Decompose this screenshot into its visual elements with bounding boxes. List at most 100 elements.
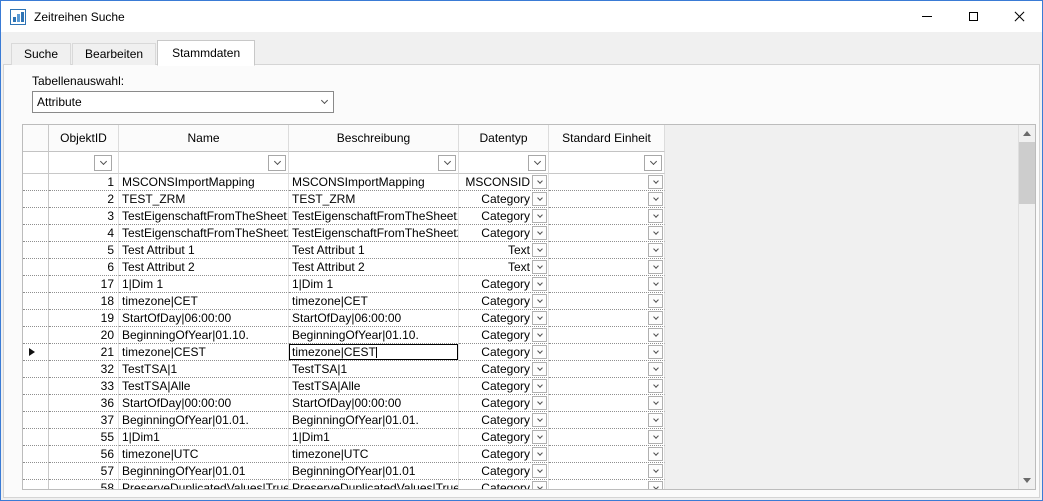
cell-datentyp[interactable]: MSCONSID: [459, 174, 549, 191]
table-row[interactable]: 57 BeginningOfYear|01.01 BeginningOfYear…: [23, 463, 1018, 480]
cell-standard-einheit[interactable]: [549, 412, 665, 429]
cell-objektid[interactable]: 1: [49, 174, 119, 191]
table-row[interactable]: 1 MSCONSImportMapping MSCONSImportMappin…: [23, 174, 1018, 191]
beschreibung-edit-box[interactable]: timezone|CEST: [289, 344, 458, 360]
cell-name[interactable]: Test Attribut 2: [119, 259, 289, 276]
filter-datentyp-dropdown[interactable]: [528, 155, 546, 171]
table-row[interactable]: 18 timezone|CET timezone|CET Category: [23, 293, 1018, 310]
cell-beschreibung[interactable]: Test Attribut 1: [289, 242, 459, 259]
row-selector[interactable]: [23, 259, 49, 276]
row-selector[interactable]: [23, 242, 49, 259]
cell-standard-einheit[interactable]: [549, 225, 665, 242]
cell-name[interactable]: BeginningOfYear|01.10.: [119, 327, 289, 344]
cell-beschreibung[interactable]: StartOfDay|06:00:00: [289, 310, 459, 327]
scrollbar-track[interactable]: [1019, 142, 1035, 472]
einheit-dropdown-button[interactable]: [648, 413, 663, 427]
column-header-standard-einheit[interactable]: Standard Einheit: [549, 125, 665, 152]
cell-datentyp[interactable]: Category: [459, 361, 549, 378]
cell-datentyp[interactable]: Category: [459, 208, 549, 225]
row-selector[interactable]: [23, 378, 49, 395]
vertical-scrollbar[interactable]: [1018, 125, 1035, 489]
cell-standard-einheit[interactable]: [549, 242, 665, 259]
beschreibung-edit-box[interactable]: TestTSA|1: [289, 361, 458, 377]
datentyp-dropdown-button[interactable]: [532, 362, 547, 376]
row-selector[interactable]: [23, 446, 49, 463]
cell-datentyp[interactable]: Category: [459, 446, 549, 463]
cell-objektid[interactable]: 20: [49, 327, 119, 344]
einheit-dropdown-button[interactable]: [648, 277, 663, 291]
cell-objektid[interactable]: 21: [49, 344, 119, 361]
beschreibung-edit-box[interactable]: timezone|CET: [289, 293, 458, 309]
cell-name[interactable]: StartOfDay|06:00:00: [119, 310, 289, 327]
datentyp-dropdown-button[interactable]: [532, 396, 547, 410]
cell-datentyp[interactable]: Category: [459, 327, 549, 344]
beschreibung-edit-box[interactable]: BeginningOfYear|01.01.: [289, 412, 458, 428]
column-header-beschreibung[interactable]: Beschreibung: [289, 125, 459, 152]
cell-name[interactable]: TEST_ZRM: [119, 191, 289, 208]
beschreibung-edit-box[interactable]: TestEigenschaftFromTheSheet2: [289, 225, 458, 241]
cell-beschreibung[interactable]: TEST_ZRM: [289, 191, 459, 208]
cell-datentyp[interactable]: Category: [459, 378, 549, 395]
table-row[interactable]: 6 Test Attribut 2 Test Attribut 2 Text: [23, 259, 1018, 276]
einheit-dropdown-button[interactable]: [648, 260, 663, 274]
filter-objektid-dropdown[interactable]: [94, 155, 112, 171]
filter-name-dropdown[interactable]: [268, 155, 286, 171]
datentyp-dropdown-button[interactable]: [532, 226, 547, 240]
cell-objektid[interactable]: 6: [49, 259, 119, 276]
table-row[interactable]: 32 TestTSA|1 TestTSA|1 Category: [23, 361, 1018, 378]
cell-standard-einheit[interactable]: [549, 293, 665, 310]
cell-name[interactable]: TestTSA|Alle: [119, 378, 289, 395]
row-selector[interactable]: [23, 480, 49, 489]
cell-objektid[interactable]: 18: [49, 293, 119, 310]
cell-standard-einheit[interactable]: [549, 361, 665, 378]
cell-objektid[interactable]: 4: [49, 225, 119, 242]
cell-datentyp[interactable]: Category: [459, 480, 549, 489]
filter-einheit-dropdown[interactable]: [644, 155, 662, 171]
tab-suche[interactable]: Suche: [11, 43, 71, 65]
cell-name[interactable]: timezone|CEST: [119, 344, 289, 361]
einheit-dropdown-button[interactable]: [648, 464, 663, 478]
cell-objektid[interactable]: 56: [49, 446, 119, 463]
datentyp-dropdown-button[interactable]: [532, 294, 547, 308]
cell-beschreibung[interactable]: BeginningOfYear|01.10.: [289, 327, 459, 344]
row-selector[interactable]: [23, 327, 49, 344]
cell-objektid[interactable]: 17: [49, 276, 119, 293]
cell-beschreibung[interactable]: timezone|CET: [289, 293, 459, 310]
datentyp-dropdown-button[interactable]: [532, 243, 547, 257]
table-row[interactable]: 58 PreserveDuplicatedValues|True Preserv…: [23, 480, 1018, 489]
cell-datentyp[interactable]: Category: [459, 463, 549, 480]
cell-beschreibung[interactable]: TestTSA|1: [289, 361, 459, 378]
datentyp-dropdown-button[interactable]: [532, 413, 547, 427]
beschreibung-edit-box[interactable]: 1|Dim1: [289, 429, 458, 445]
cell-name[interactable]: 1|Dim 1: [119, 276, 289, 293]
row-selector[interactable]: [23, 310, 49, 327]
beschreibung-edit-box[interactable]: PreserveDuplicatedValues|True: [289, 480, 458, 489]
filter-beschreibung-dropdown[interactable]: [438, 155, 456, 171]
table-row[interactable]: 4 TestEigenschaftFromTheSheet2 TestEigen…: [23, 225, 1018, 242]
datentyp-dropdown-button[interactable]: [532, 192, 547, 206]
tab-bearbeiten[interactable]: Bearbeiten: [72, 43, 156, 65]
column-header-datentyp[interactable]: Datentyp: [459, 125, 549, 152]
cell-name[interactable]: Test Attribut 1: [119, 242, 289, 259]
row-selector[interactable]: [23, 293, 49, 310]
cell-beschreibung[interactable]: TestEigenschaftFromTheSheet1: [289, 208, 459, 225]
cell-datentyp[interactable]: Category: [459, 293, 549, 310]
cell-name[interactable]: StartOfDay|00:00:00: [119, 395, 289, 412]
cell-name[interactable]: TestTSA|1: [119, 361, 289, 378]
cell-name[interactable]: MSCONSImportMapping: [119, 174, 289, 191]
row-selector[interactable]: [23, 361, 49, 378]
tabellenauswahl-combobox[interactable]: Attribute: [32, 91, 334, 113]
scrollbar-thumb[interactable]: [1019, 142, 1035, 204]
cell-standard-einheit[interactable]: [549, 310, 665, 327]
datentyp-dropdown-button[interactable]: [532, 447, 547, 461]
cell-standard-einheit[interactable]: [549, 344, 665, 361]
beschreibung-edit-box[interactable]: TestTSA|Alle: [289, 378, 458, 394]
close-button[interactable]: [996, 1, 1042, 32]
einheit-dropdown-button[interactable]: [648, 481, 663, 489]
cell-objektid[interactable]: 2: [49, 191, 119, 208]
beschreibung-edit-box[interactable]: StartOfDay|06:00:00: [289, 310, 458, 326]
einheit-dropdown-button[interactable]: [648, 192, 663, 206]
beschreibung-edit-box[interactable]: TEST_ZRM: [289, 191, 458, 207]
table-row[interactable]: 19 StartOfDay|06:00:00 StartOfDay|06:00:…: [23, 310, 1018, 327]
table-row[interactable]: 37 BeginningOfYear|01.01. BeginningOfYea…: [23, 412, 1018, 429]
